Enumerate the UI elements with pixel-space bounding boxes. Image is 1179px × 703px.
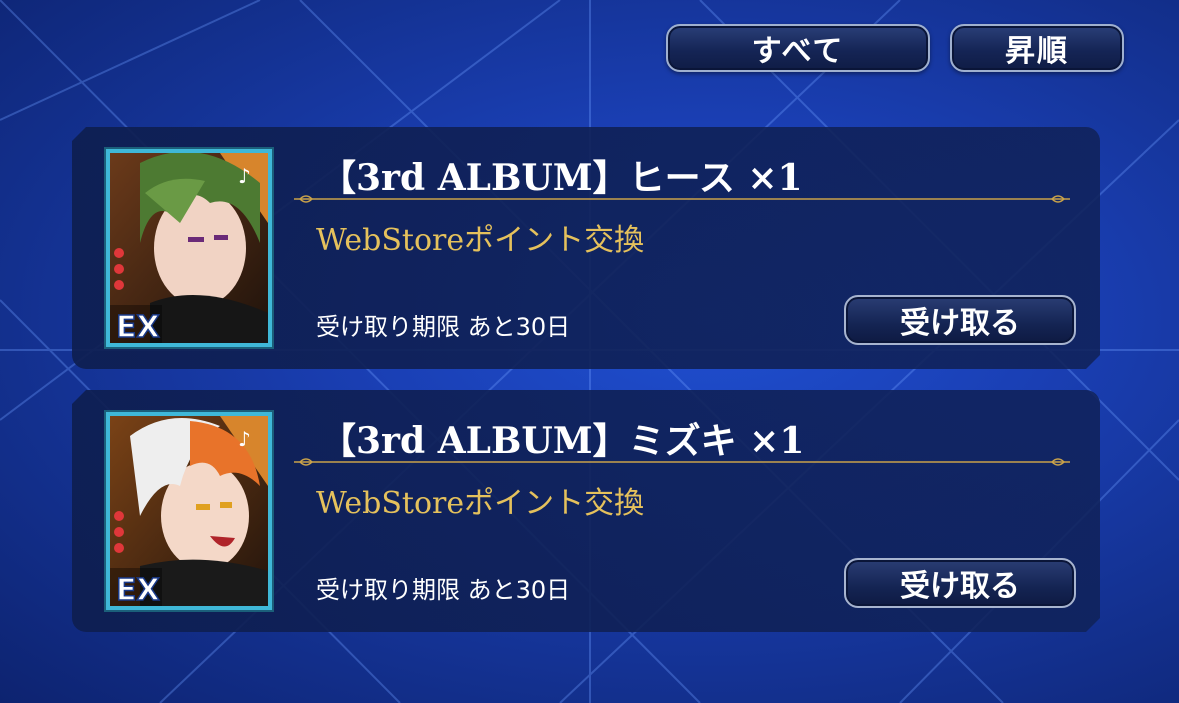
receive-deadline: 受け取り期限 あと30日 [316,313,571,341]
item-description: WebStoreポイント交換 [316,486,645,521]
present-item-card: ♪ EX 【3rd ALBUM】ミズキ ×1 WebStoreポイント交換 受け… [72,390,1100,632]
sort-ascending-button[interactable]: 昇順 [950,24,1124,72]
gold-divider [294,193,1070,205]
svg-text:♪: ♪ [238,427,251,451]
character-portrait-mizuki: ♪ EX [106,412,272,610]
portrait-image: ♪ EX [110,416,268,606]
rarity-badge-ex: EX [116,573,160,606]
rarity-badge-ex: EX [116,310,160,343]
character-portrait-heath: ♪ EX [106,149,272,347]
present-item-card: ♪ EX 【3rd ALBUM】ヒース ×1 WebStoreポイント交換 受け… [72,127,1100,369]
item-description: WebStoreポイント交換 [316,223,645,258]
receive-button[interactable]: 受け取る [844,295,1076,345]
portrait-image: ♪ EX [110,153,268,343]
receive-button[interactable]: 受け取る [844,558,1076,608]
svg-text:♪: ♪ [238,164,251,188]
filter-all-button[interactable]: すべて [666,24,930,72]
receive-deadline: 受け取り期限 あと30日 [316,576,571,604]
gold-divider [294,456,1070,468]
